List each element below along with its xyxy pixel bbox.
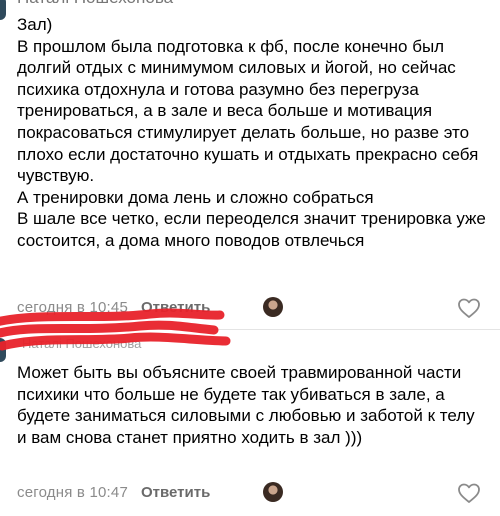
comment-paragraph: А тренировки дома лень и сложно собратьс… xyxy=(17,187,374,207)
avatar[interactable] xyxy=(0,0,6,20)
comment-paragraph: Может быть вы объясните своей травмирова… xyxy=(17,363,475,447)
comment-paragraph: Зал) xyxy=(17,15,53,34)
comment-paragraph: В шале все четко, если переоделся значит… xyxy=(17,209,486,250)
liker-avatar[interactable] xyxy=(263,297,283,317)
reply-button[interactable]: Ответить xyxy=(141,484,210,501)
comment-meta: сегодня в 10:47 Ответить xyxy=(17,481,210,503)
comment-paragraph: В прошлом была подготовка к фб, после ко… xyxy=(17,36,479,186)
liker-avatar[interactable] xyxy=(263,482,283,502)
redaction-scribble xyxy=(0,308,231,351)
comment-author[interactable]: Наталі Пошехонова xyxy=(17,0,173,8)
like-heart-icon[interactable] xyxy=(457,297,481,319)
comment-text: Зал) В прошлом была подготовка к фб, пос… xyxy=(17,14,487,252)
like-heart-icon[interactable] xyxy=(457,482,481,504)
comment-timestamp: сегодня в 10:47 xyxy=(17,483,128,501)
comment-text: Может быть вы объясните своей травмирова… xyxy=(17,362,487,448)
